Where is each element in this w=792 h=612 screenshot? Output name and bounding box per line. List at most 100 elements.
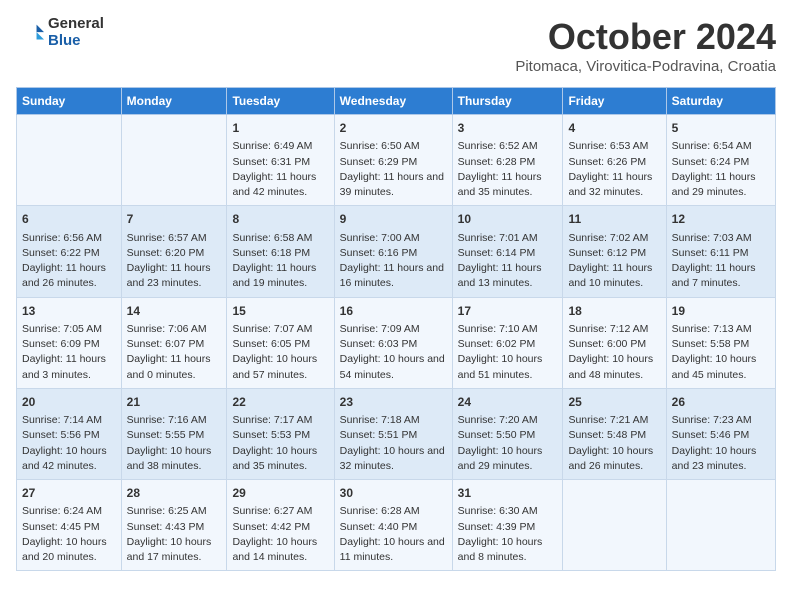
day-info: Sunrise: 6:25 AM Sunset: 4:43 PM Dayligh… [127,504,222,565]
header-cell-monday: Monday [121,88,227,115]
day-number: 4 [568,120,660,137]
day-info: Sunrise: 7:03 AM Sunset: 6:11 PM Dayligh… [672,231,770,292]
day-cell: 15 Sunrise: 7:07 AM Sunset: 6:05 PM Dayli… [227,297,334,388]
day-info: Sunrise: 6:24 AM Sunset: 4:45 PM Dayligh… [22,504,116,565]
day-cell: 18 Sunrise: 7:12 AM Sunset: 6:00 PM Dayli… [563,297,666,388]
day-number: 11 [568,211,660,228]
day-number: 16 [340,303,447,320]
day-cell: 9 Sunrise: 7:00 AM Sunset: 6:16 PM Daylig… [334,206,452,297]
day-number: 22 [232,394,328,411]
day-cell [563,480,666,571]
day-number: 14 [127,303,222,320]
day-cell: 8 Sunrise: 6:58 AM Sunset: 6:18 PM Daylig… [227,206,334,297]
day-number: 26 [672,394,770,411]
day-cell: 26Sunrise: 7:23 AM Sunset: 5:46 PM Dayli… [666,388,775,479]
day-cell: 16Sunrise: 7:09 AM Sunset: 6:03 PM Dayli… [334,297,452,388]
day-info: Sunrise: 7:17 AM Sunset: 5:53 PM Dayligh… [232,413,328,474]
day-number: 15 [232,303,328,320]
day-number: 30 [340,485,447,502]
day-number: 2 [340,120,447,137]
day-info: Sunrise: 6:28 AM Sunset: 4:40 PM Dayligh… [340,504,447,565]
day-cell: 14 Sunrise: 7:06 AM Sunset: 6:07 PM Dayli… [121,297,227,388]
logo-general: General [48,16,104,33]
day-cell: 13 Sunrise: 7:05 AM Sunset: 6:09 PM Dayli… [17,297,122,388]
main-title: October 2024 [515,16,776,58]
day-info: Sunrise: 7:21 AM Sunset: 5:48 PM Dayligh… [568,413,660,474]
header-cell-thursday: Thursday [452,88,563,115]
day-info: Sunrise: 6:54 AM Sunset: 6:24 PM Dayligh… [672,139,770,200]
day-info: Sunrise: 6:50 AM Sunset: 6:29 PM Dayligh… [340,139,447,200]
day-info: Sunrise: 7:05 AM Sunset: 6:09 PM Dayligh… [22,322,116,383]
day-info: Sunrise: 7:02 AM Sunset: 6:12 PM Dayligh… [568,231,660,292]
day-info: Sunrise: 6:27 AM Sunset: 4:42 PM Dayligh… [232,504,328,565]
day-info: Sunrise: 7:18 AM Sunset: 5:51 PM Dayligh… [340,413,447,474]
logo: General Blue [16,16,104,49]
day-cell: 11 Sunrise: 7:02 AM Sunset: 6:12 PM Dayli… [563,206,666,297]
day-number: 3 [458,120,558,137]
day-info: Sunrise: 7:00 AM Sunset: 6:16 PM Dayligh… [340,231,447,292]
day-number: 28 [127,485,222,502]
calendar-body: 1 Sunrise: 6:49 AM Sunset: 6:31 PM Daylig… [17,115,776,571]
logo-icon [16,19,44,47]
day-info: Sunrise: 6:53 AM Sunset: 6:26 PM Dayligh… [568,139,660,200]
header-cell-sunday: Sunday [17,88,122,115]
header-row: SundayMondayTuesdayWednesdayThursdayFrid… [17,88,776,115]
day-info: Sunrise: 7:07 AM Sunset: 6:05 PM Dayligh… [232,322,328,383]
calendar-header: SundayMondayTuesdayWednesdayThursdayFrid… [17,88,776,115]
day-number: 1 [232,120,328,137]
week-row-1: 1 Sunrise: 6:49 AM Sunset: 6:31 PM Daylig… [17,115,776,206]
day-cell: 30 Sunrise: 6:28 AM Sunset: 4:40 PM Dayli… [334,480,452,571]
day-cell: 1 Sunrise: 6:49 AM Sunset: 6:31 PM Daylig… [227,115,334,206]
title-section: October 2024 Pitomaca, Virovitica-Podrav… [515,16,776,75]
week-row-3: 13 Sunrise: 7:05 AM Sunset: 6:09 PM Dayli… [17,297,776,388]
day-number: 17 [458,303,558,320]
day-number: 23 [340,394,447,411]
logo-text: General Blue [48,16,104,49]
day-number: 6 [22,211,116,228]
day-cell [17,115,122,206]
day-cell: 20 Sunrise: 7:14 AM Sunset: 5:56 PM Dayli… [17,388,122,479]
week-row-4: 20 Sunrise: 7:14 AM Sunset: 5:56 PM Dayli… [17,388,776,479]
day-info: Sunrise: 7:12 AM Sunset: 6:00 PM Dayligh… [568,322,660,383]
day-info: Sunrise: 7:06 AM Sunset: 6:07 PM Dayligh… [127,322,222,383]
day-cell: 12Sunrise: 7:03 AM Sunset: 6:11 PM Dayli… [666,206,775,297]
day-number: 18 [568,303,660,320]
day-number: 29 [232,485,328,502]
day-cell: 28 Sunrise: 6:25 AM Sunset: 4:43 PM Dayli… [121,480,227,571]
day-cell [121,115,227,206]
day-number: 27 [22,485,116,502]
day-cell: 25Sunrise: 7:21 AM Sunset: 5:48 PM Dayli… [563,388,666,479]
header-cell-wednesday: Wednesday [334,88,452,115]
header-cell-friday: Friday [563,88,666,115]
day-number: 5 [672,120,770,137]
day-number: 19 [672,303,770,320]
day-info: Sunrise: 6:52 AM Sunset: 6:28 PM Dayligh… [458,139,558,200]
week-row-5: 27 Sunrise: 6:24 AM Sunset: 4:45 PM Dayli… [17,480,776,571]
day-number: 8 [232,211,328,228]
day-info: Sunrise: 6:58 AM Sunset: 6:18 PM Dayligh… [232,231,328,292]
day-number: 13 [22,303,116,320]
day-info: Sunrise: 7:14 AM Sunset: 5:56 PM Dayligh… [22,413,116,474]
day-cell: 23 Sunrise: 7:18 AM Sunset: 5:51 PM Dayli… [334,388,452,479]
day-number: 20 [22,394,116,411]
day-cell: 29 Sunrise: 6:27 AM Sunset: 4:42 PM Dayli… [227,480,334,571]
week-row-2: 6Sunrise: 6:56 AM Sunset: 6:22 PM Daylig… [17,206,776,297]
day-cell: 17 Sunrise: 7:10 AM Sunset: 6:02 PM Dayli… [452,297,563,388]
day-cell: 24Sunrise: 7:20 AM Sunset: 5:50 PM Dayli… [452,388,563,479]
day-cell: 19 Sunrise: 7:13 AM Sunset: 5:58 PM Dayli… [666,297,775,388]
day-cell: 3 Sunrise: 6:52 AM Sunset: 6:28 PM Daylig… [452,115,563,206]
day-cell: 2 Sunrise: 6:50 AM Sunset: 6:29 PM Daylig… [334,115,452,206]
day-cell: 27 Sunrise: 6:24 AM Sunset: 4:45 PM Dayli… [17,480,122,571]
day-cell: 5 Sunrise: 6:54 AM Sunset: 6:24 PM Daylig… [666,115,775,206]
day-info: Sunrise: 7:10 AM Sunset: 6:02 PM Dayligh… [458,322,558,383]
day-cell: 31Sunrise: 6:30 AM Sunset: 4:39 PM Dayli… [452,480,563,571]
logo-blue: Blue [48,33,104,50]
day-number: 9 [340,211,447,228]
calendar-table: SundayMondayTuesdayWednesdayThursdayFrid… [16,87,776,571]
day-info: Sunrise: 7:13 AM Sunset: 5:58 PM Dayligh… [672,322,770,383]
page-header: General Blue October 2024 Pitomaca, Viro… [16,16,776,75]
day-info: Sunrise: 6:30 AM Sunset: 4:39 PM Dayligh… [458,504,558,565]
day-cell [666,480,775,571]
day-info: Sunrise: 7:01 AM Sunset: 6:14 PM Dayligh… [458,231,558,292]
day-info: Sunrise: 6:49 AM Sunset: 6:31 PM Dayligh… [232,139,328,200]
